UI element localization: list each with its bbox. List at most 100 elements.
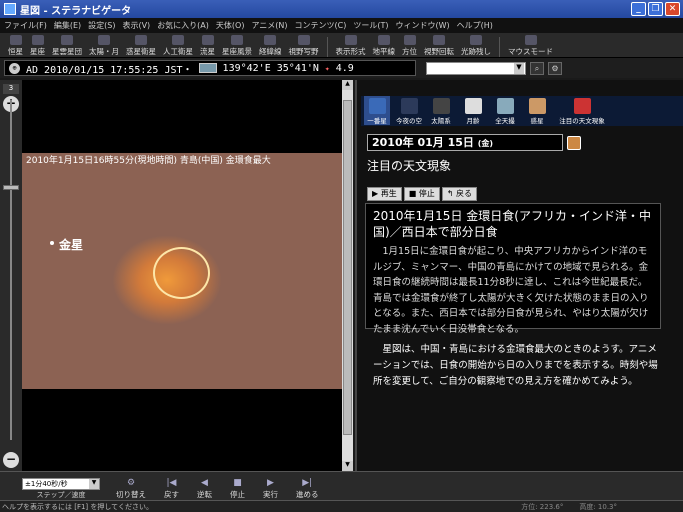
menu-item-3[interactable]: 表示(V) [122, 20, 150, 31]
panel-nav-label: 月齢 [466, 117, 480, 125]
menu-item-0[interactable]: ファイル(F) [4, 20, 47, 31]
toolbar-icon [344, 35, 357, 45]
zoom-strip: 3 + − [0, 80, 22, 471]
panel-nav-label: 今夜の空 [396, 117, 422, 125]
vertical-scrollbar[interactable]: ▲ ▼ [342, 80, 353, 471]
toolbar-button-6[interactable]: 流星 [198, 33, 217, 57]
panel-nav-item-5[interactable]: 惑星 [524, 96, 550, 125]
toolbar-icon [231, 35, 243, 45]
speed-select[interactable]: ±1分40秒/秒 [22, 478, 100, 490]
toolbar-button-2[interactable]: 星雲星団 [50, 33, 84, 57]
menu-item-6[interactable]: アニメ(N) [251, 20, 287, 31]
toolbar-button-8[interactable]: 経緯線 [257, 33, 284, 57]
date-field[interactable]: 2010年 01月 15日 (金) [367, 134, 563, 151]
toolbar-button-4[interactable]: 惑星衛星 [124, 33, 158, 57]
zoom-slider-thumb[interactable] [3, 185, 19, 190]
search-button[interactable]: ⌕ [530, 61, 544, 75]
toolbar-button-0[interactable]: 恒星 [6, 33, 25, 57]
toolbar-button-11[interactable]: 地平線 [371, 33, 398, 57]
sky-chart[interactable]: 2010年1月15日16時55分(現地時間) 青島(中国) 金環食最大 金星 [22, 80, 342, 471]
coordinates-text: 139°42'E 35°41'N [222, 62, 319, 74]
anim-icon: ◀ [201, 478, 208, 488]
event-title: 2010年1月15日 金環日食(アフリカ・インド洋・中国)／西日本で部分日食 [373, 209, 651, 239]
toolbar-label: 表示形式 [335, 47, 366, 56]
menu-item-7[interactable]: コンテンツ(C) [295, 20, 347, 31]
panel-nav-icon [400, 98, 418, 114]
toolbar-label: 星雲星団 [52, 47, 82, 56]
status-azimuth: 方位: 223.6° [521, 502, 564, 511]
annular-eclipse-ring[interactable] [153, 247, 210, 299]
maximize-button[interactable]: ❐ [648, 2, 663, 16]
panel-nav-icon [368, 98, 386, 114]
zoom-slider-track[interactable] [10, 100, 12, 440]
datetime-text: AD 2010/01/15 17:55:25 JST・ [26, 64, 193, 76]
menu-item-1[interactable]: 編集(E) [54, 20, 81, 31]
toolbar-button-9[interactable]: 視野写野 [287, 33, 321, 57]
toolbar-icon [524, 35, 537, 45]
toolbar-button-7[interactable]: 星座風景 [220, 33, 254, 57]
anim-button-1[interactable]: |◀ 戻す [158, 474, 185, 500]
anim-button-4[interactable]: ▶ 実行 [257, 474, 284, 500]
magnitude-text: 4.9 [335, 62, 354, 74]
options-button[interactable]: ⚙ [548, 61, 562, 75]
anim-icon: ▶| [302, 478, 313, 488]
sky-caption: 2010年1月15日16時55分(現地時間) 青島(中国) 金環食最大 [26, 156, 271, 166]
menu-item-5[interactable]: 天体(O) [216, 20, 245, 31]
panel-nav-item-6[interactable]: 注目の天文現象 [556, 96, 608, 125]
anim-icon: ■ [233, 478, 242, 488]
toolbar-button-15[interactable]: マウスモード [506, 33, 555, 57]
toolbar-icon [98, 35, 110, 45]
panel-nav-item-4[interactable]: 全天撮 [492, 96, 518, 125]
playback-controls: ▶ 再生 ■ 停止 ↰ 戻る [367, 187, 478, 201]
toolbar-button-13[interactable]: 視野回転 [422, 33, 456, 57]
panel-nav-item-0[interactable]: 一番星 [364, 96, 390, 125]
toolbar-icon [61, 35, 73, 45]
zoom-out-button[interactable]: − [3, 452, 19, 468]
anim-button-5[interactable]: ▶| 進める [290, 474, 325, 500]
toolbar-label: 視野写野 [288, 47, 319, 56]
toolbar-icon [470, 35, 482, 45]
datetime-location-display[interactable]: ⊕ AD 2010/01/15 17:55:25 JST・ 139°42'E 3… [4, 60, 416, 76]
anim-label: 実行 [263, 490, 278, 499]
menu-item-2[interactable]: 設定(S) [88, 20, 115, 31]
toolbar-button-14[interactable]: 光跡残し [459, 33, 493, 57]
panel-nav-icon [496, 98, 514, 114]
back-button[interactable]: ↰ 戻る [441, 187, 478, 201]
venus-marker[interactable] [50, 241, 54, 245]
zoom-level: 3 [3, 84, 19, 94]
toolbar-button-10[interactable]: 表示形式 [334, 33, 368, 57]
status-bar: ヘルプを表示するには [F1] を押してください。 方位: 223.6° 高度:… [0, 500, 683, 512]
menu-item-9[interactable]: ウィンドウ(W) [396, 20, 450, 31]
speed-control: ±1分40秒/秒 ステップ／速度 [22, 478, 100, 500]
toolbar-button-1[interactable]: 星座 [28, 33, 47, 57]
menu-item-8[interactable]: ツール(T) [353, 20, 388, 31]
toolbar-button-3[interactable]: 太陽・月 [87, 33, 121, 57]
panel-nav-label: 注目の天文現象 [559, 117, 605, 125]
panel-nav-item-2[interactable]: 太陽系 [428, 96, 454, 125]
menu-item-4[interactable]: お気に入り(A) [157, 20, 209, 31]
magnitude-icon: ✦ [324, 63, 330, 73]
anim-button-3[interactable]: ■ 停止 [224, 474, 251, 500]
anim-button-0[interactable]: ⚙ 切り替え [110, 474, 152, 500]
scroll-up-arrow[interactable]: ▲ [342, 80, 353, 90]
play-button[interactable]: ▶ 再生 [367, 187, 402, 201]
scroll-down-arrow[interactable]: ▼ [342, 461, 353, 471]
anim-button-2[interactable]: ◀ 逆転 [191, 474, 218, 500]
toolbar-separator [326, 37, 328, 57]
scroll-thumb[interactable] [343, 100, 352, 435]
toolbar-button-5[interactable]: 人工衛星 [161, 33, 195, 57]
toolbar-label: 経緯線 [259, 47, 282, 56]
globe-icon: ⊕ [9, 62, 20, 74]
calendar-icon[interactable] [567, 136, 581, 150]
toolbar-label: マウスモード [508, 47, 553, 56]
menu-item-10[interactable]: ヘルプ(H) [457, 20, 493, 31]
object-search-select[interactable] [426, 61, 526, 75]
minimize-button[interactable]: _ [631, 2, 646, 16]
panel-nav-item-1[interactable]: 今夜の空 [396, 96, 422, 125]
panel-nav-item-3[interactable]: 月齢 [460, 96, 486, 125]
toolbar-button-12[interactable]: 方位 [400, 33, 419, 57]
toolbar-label: 星座 [30, 47, 45, 56]
close-button[interactable]: ✕ [665, 2, 680, 16]
stop-button[interactable]: ■ 停止 [403, 187, 440, 201]
panel-heading: 注目の天文現象 [367, 159, 452, 173]
